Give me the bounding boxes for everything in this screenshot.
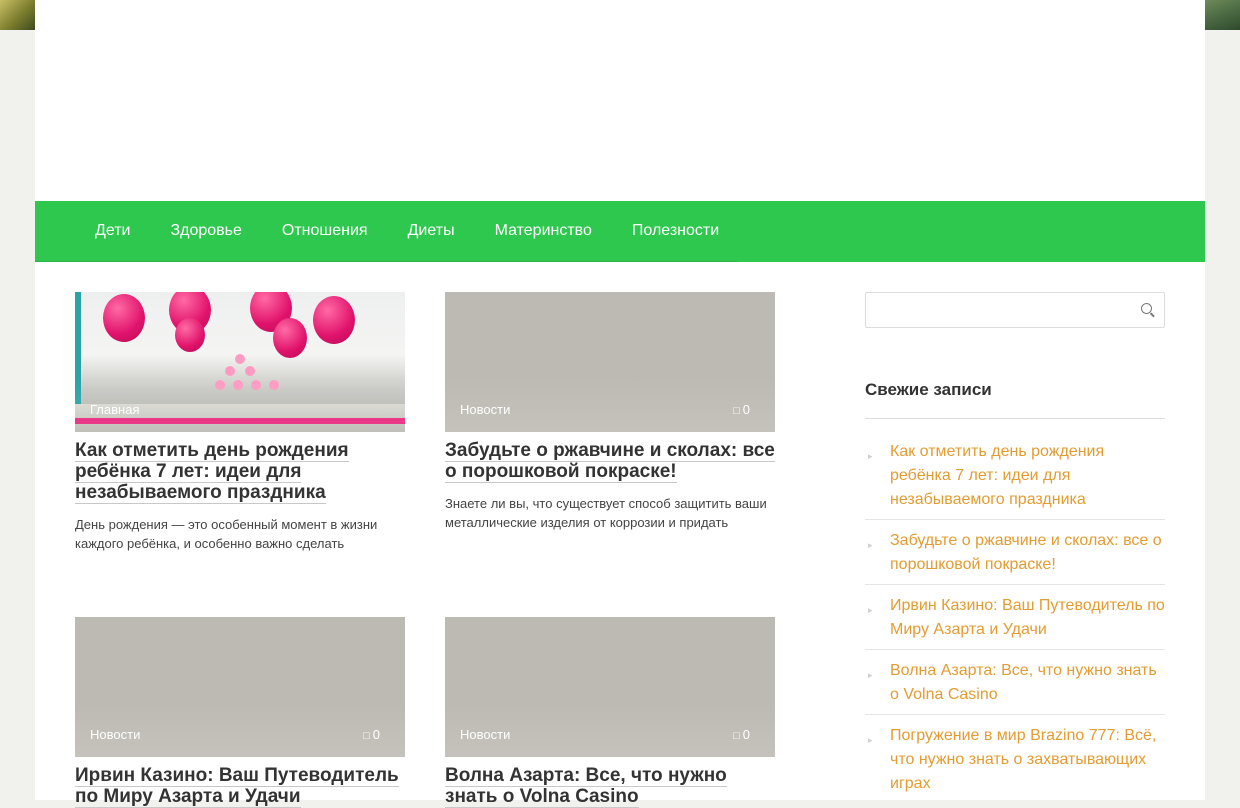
bullet-icon: ▸ [868,540,873,550]
post-card: Новости □ 0 Забудьте о ржавчине и сколах:… [445,292,775,532]
comment-count: □ 0 [363,727,380,742]
post-card: Новости □ 0 Волна Азарта: Все, что нужно … [445,617,775,808]
bullet-icon: ▸ [868,605,873,615]
post-card: Главная Как отметить день рождения ребён… [75,292,405,553]
post-excerpt: День рождения — это особенный момент в ж… [75,517,378,551]
post-title[interactable]: Ирвин Казино: Ваш Путеводитель по Миру А… [75,765,405,808]
recent-post-link[interactable]: ▸ Волна Азарта: Все, что нужно знать о Vo… [865,650,1165,715]
comment-count: □ 0 [733,727,750,742]
page-wrapper: Дети Здоровье Отношения Диеты Материнств… [35,0,1205,808]
post-thumbnail[interactable]: Главная [75,292,405,432]
post-category[interactable]: Новости [460,402,510,417]
post-thumbnail[interactable]: Новости □ 0 [75,617,405,757]
nav-item-relationships[interactable]: Отношения [262,201,388,261]
post-thumbnail[interactable]: Новости □ 0 [445,292,775,432]
post-excerpt: Знаете ли вы, что существует способ защи… [445,496,767,530]
recent-posts-list: ▸ Как отметить день рождения ребёнка 7 ле… [865,431,1165,803]
header-banner-area [35,0,1205,201]
recent-post-link[interactable]: ▸ Ирвин Казино: Ваш Путеводитель по Миру … [865,585,1165,650]
recent-post-link[interactable]: ▸ Забудьте о ржавчине и сколах: все о пор… [865,520,1165,585]
comment-icon: □ [733,730,740,742]
search-icon[interactable] [1141,303,1152,314]
background-right [1205,0,1240,30]
recent-post-link[interactable]: ▸ Погружение в мир Brazino 777: Всё, что … [865,715,1165,803]
search-input[interactable] [865,292,1165,328]
recent-post-link[interactable]: ▸ Как отметить день рождения ребёнка 7 ле… [865,431,1165,520]
nav-item-motherhood[interactable]: Материнство [475,201,612,261]
nav-item-kids[interactable]: Дети [75,201,150,261]
post-category[interactable]: Главная [90,402,139,417]
nav-item-useful[interactable]: Полезности [612,201,739,261]
post-category[interactable]: Новости [460,727,510,742]
recent-posts-title: Свежие записи [865,380,992,399]
nav-item-diets[interactable]: Диеты [388,201,475,261]
post-card: Новости □ 0 Ирвин Казино: Ваш Путеводител… [75,617,405,808]
post-thumbnail[interactable]: Новости □ 0 [445,617,775,757]
background-left [0,0,35,30]
comment-count: □ 0 [733,402,750,417]
main-nav: Дети Здоровье Отношения Диеты Материнств… [35,201,1205,262]
post-title[interactable]: Забудьте о ржавчине и сколах: все о поро… [445,440,775,483]
nav-item-health[interactable]: Здоровье [150,201,261,261]
post-category[interactable]: Новости [90,727,140,742]
bullet-icon: ▸ [868,670,873,680]
divider [865,418,1165,419]
post-title[interactable]: Как отметить день рождения ребёнка 7 лет… [75,440,405,504]
bullet-icon: ▸ [868,735,873,745]
comment-icon: □ [733,405,740,417]
post-title[interactable]: Волна Азарта: Все, что нужно знать о Vol… [445,765,775,808]
comment-icon: □ [363,730,370,742]
bullet-icon: ▸ [868,451,873,461]
